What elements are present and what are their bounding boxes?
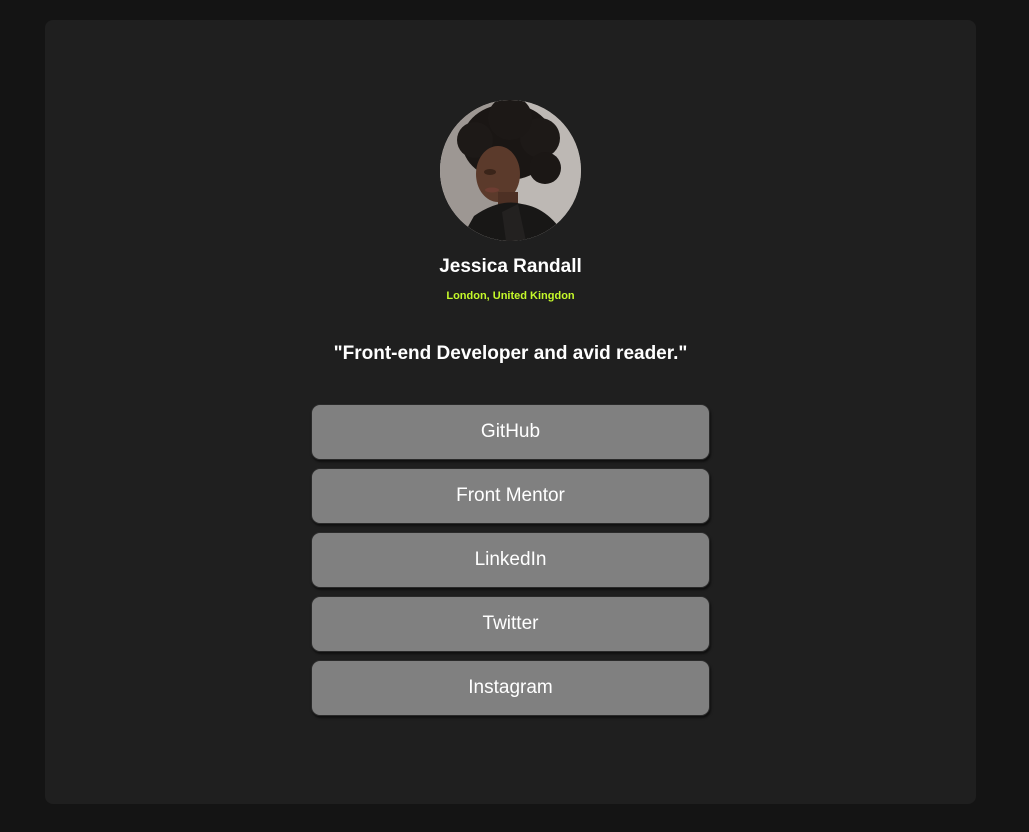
frontend-mentor-link-button[interactable]: Front Mentor xyxy=(311,468,710,524)
linkedin-link-button[interactable]: LinkedIn xyxy=(311,532,710,588)
instagram-link-button[interactable]: Instagram xyxy=(311,660,710,716)
profile-location: London, United Kingdon xyxy=(446,290,575,302)
avatar-image xyxy=(440,100,581,241)
github-link-button[interactable]: GitHub xyxy=(311,404,710,460)
profile-name: Jessica Randall xyxy=(439,256,582,277)
profile-card: Jessica Randall London, United Kingdon "… xyxy=(45,20,976,804)
profile-bio: "Front-end Developer and avid reader." xyxy=(333,343,688,364)
twitter-link-button[interactable]: Twitter xyxy=(311,596,710,652)
social-links-list: GitHub Front Mentor LinkedIn Twitter Ins… xyxy=(311,404,710,724)
avatar xyxy=(440,100,581,241)
